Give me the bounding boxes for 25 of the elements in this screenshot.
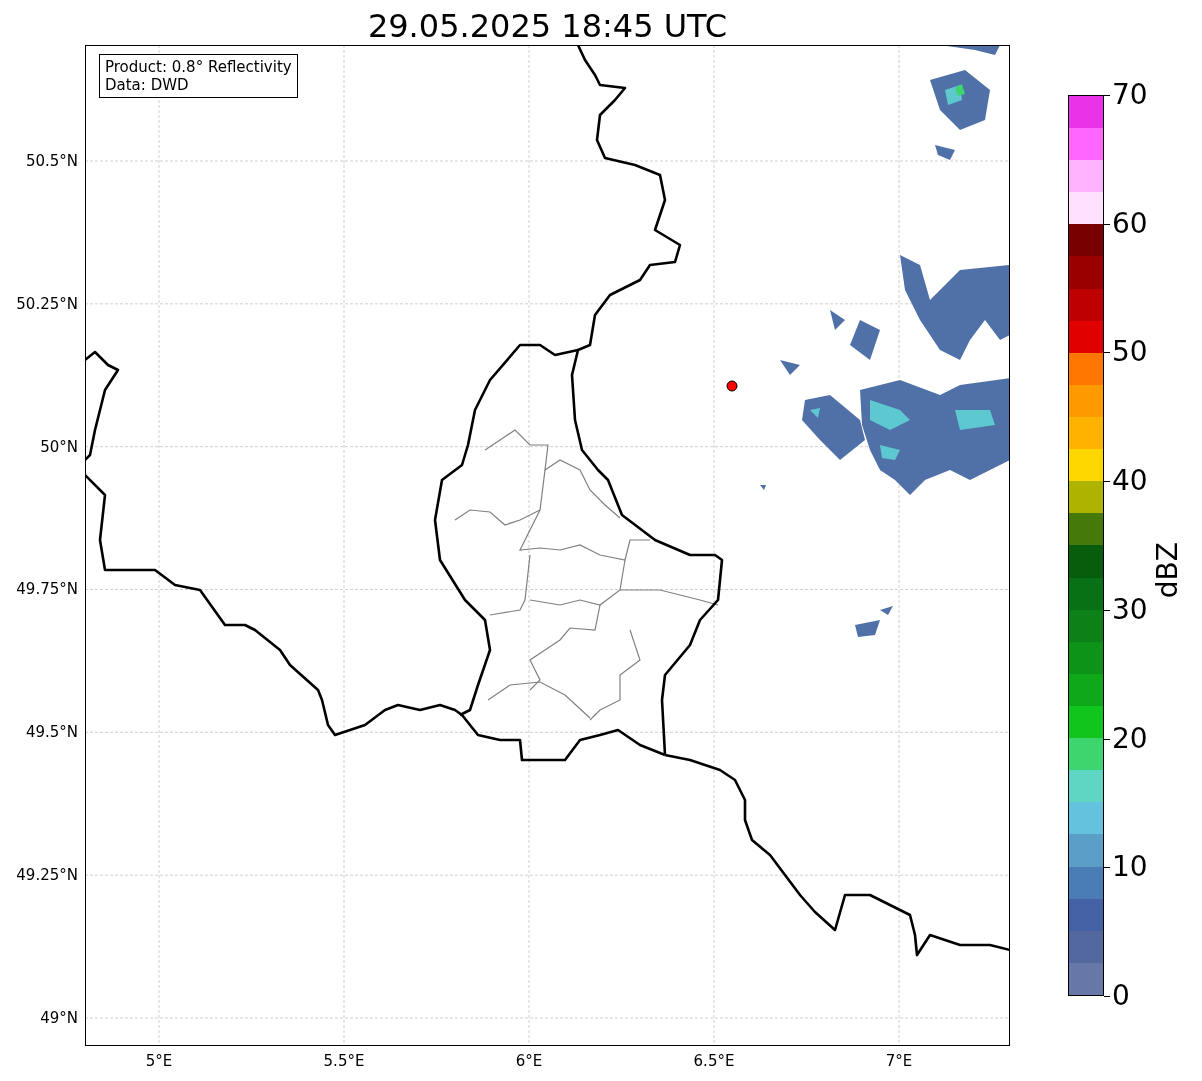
axis-tick-label: 6.5°E — [693, 1052, 735, 1070]
axis-tick-label: 5.5°E — [323, 1052, 365, 1070]
axis-tick-label: 49°N — [40, 1009, 78, 1027]
colorbar-label: dBZ — [1154, 542, 1182, 599]
colorbar-tick-label: 30 — [1112, 595, 1148, 624]
axis-tick-label: 49.25°N — [16, 866, 78, 885]
axis-tick-label: 49.5°N — [25, 723, 78, 742]
colorbar-tick-label: 70 — [1112, 81, 1148, 109]
axis-tick-label: 50.25°N — [16, 294, 78, 313]
axis-tick-label: 50°N — [40, 437, 78, 456]
chart-title: 29.05.2025 18:45 UTC — [366, 7, 728, 45]
colorbar-tick-label: 60 — [1112, 209, 1148, 238]
radar-station-marker — [726, 380, 738, 392]
colorbar-tick-label: 10 — [1112, 853, 1148, 882]
colorbar-tick-label: 0 — [1112, 982, 1130, 1010]
axis-tick-label: 7°E — [885, 1052, 913, 1070]
axis-tick-label: 49.75°N — [16, 580, 78, 599]
info-text: Data: DWD — [105, 76, 190, 94]
colorbar-tick-label: 50 — [1112, 338, 1148, 367]
axis-tick-label: 5°E — [145, 1052, 173, 1070]
axis-tick-label: 50.5°N — [25, 151, 78, 170]
axis-tick-label: 6°E — [515, 1052, 543, 1070]
colorbar-tick-label: 40 — [1112, 467, 1148, 496]
info-text: Product: 0.8° Reflectivity — [105, 58, 292, 76]
colorbar-tick-label: 20 — [1112, 724, 1148, 753]
